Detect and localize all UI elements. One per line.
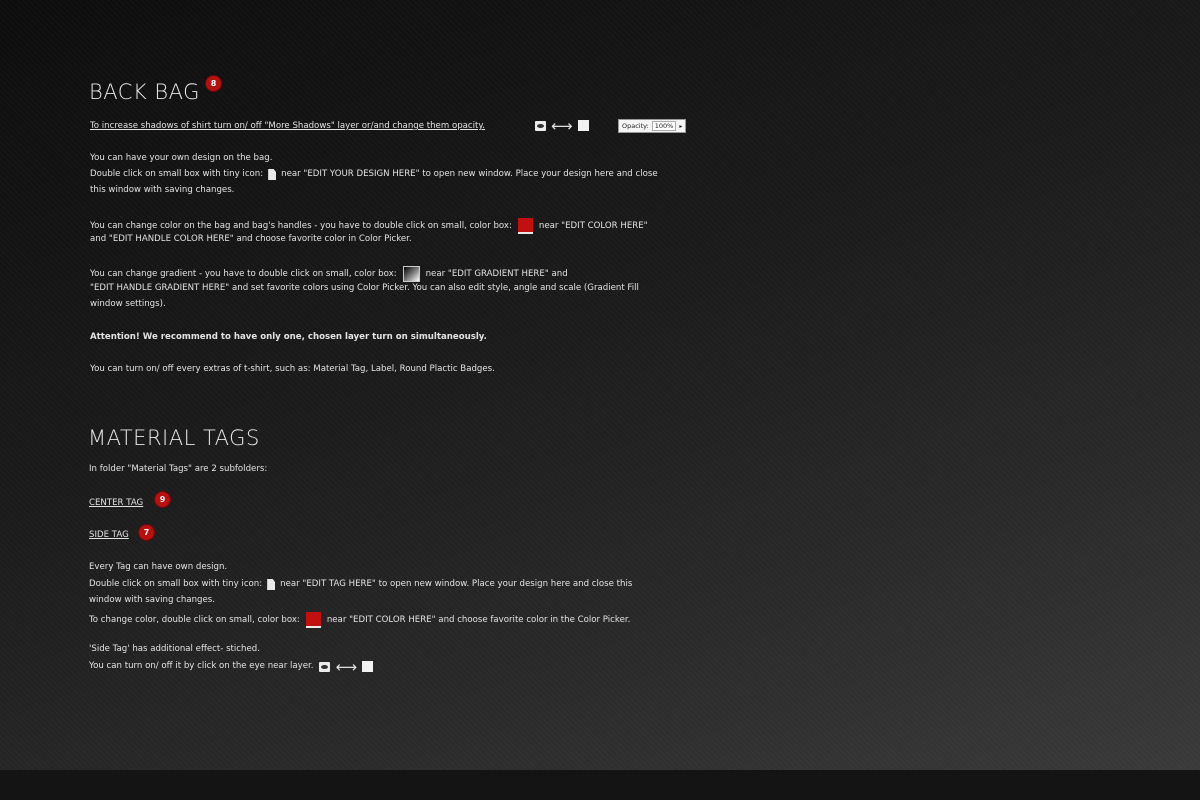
- file-icon: [268, 169, 277, 180]
- design-text-3: this window with saving changes.: [90, 185, 235, 195]
- gradient-swatch-icon: [402, 266, 420, 282]
- gradient-line-1: You can change gradient - you have to do…: [90, 266, 568, 282]
- tag-design-text-3: window with saving changes.: [89, 595, 215, 605]
- tag-design-text-2b: near "EDIT TAG HERE" to open new window.…: [280, 579, 633, 589]
- extras-text: You can turn on/ off every extras of t-s…: [90, 364, 495, 374]
- extras-line: You can turn on/ off every extras of t-s…: [90, 364, 495, 375]
- tag-color-line: To change color, double click on small, …: [89, 612, 630, 628]
- empty-box-icon[interactable]: [577, 120, 589, 131]
- design-line-3: this window with saving changes.: [90, 185, 234, 196]
- back-bag-badge: 8: [206, 76, 221, 91]
- gradient-line-2: "EDIT HANDLE GRADIENT HERE" and set favo…: [90, 283, 639, 294]
- side-tag-badge: 7: [139, 525, 154, 540]
- attention-line: Attention! We recommend to have only one…: [90, 332, 487, 343]
- stitched-line-2: You can turn on/ off it by click on the …: [89, 657, 373, 676]
- color-line-2: and "EDIT HANDLE COLOR HERE" and choose …: [90, 234, 412, 245]
- gradient-text-1b: near "EDIT GRADIENT HERE" and: [425, 268, 568, 279]
- design-text-2b: near "EDIT YOUR DESIGN HERE" to open new…: [281, 169, 658, 179]
- design-line-1: You can have your own design on the bag.: [90, 153, 272, 164]
- tag-design-line-1: Every Tag can have own design.: [89, 562, 227, 573]
- tag-color-text-a: To change color, double click on small, …: [89, 614, 300, 625]
- eye-icon[interactable]: [319, 661, 331, 672]
- file-icon: [267, 579, 276, 590]
- color-text-2: and "EDIT HANDLE COLOR HERE" and choose …: [90, 234, 412, 244]
- empty-box-icon[interactable]: [361, 661, 373, 672]
- opacity-label: Opacity:: [622, 122, 649, 130]
- design-line-2: Double click on small box with tiny icon…: [90, 169, 658, 180]
- opacity-widget[interactable]: Opacity: 100% ▸: [618, 119, 687, 133]
- opacity-value[interactable]: 100%: [651, 121, 677, 131]
- gradient-text-1a: You can change gradient - you have to do…: [90, 268, 397, 279]
- color-text-1b: near "EDIT COLOR HERE": [538, 220, 648, 231]
- opacity-dropdown-icon[interactable]: ▸: [679, 123, 682, 130]
- stitched-text-1: 'Side Tag' has additional effect- stiche…: [89, 644, 260, 654]
- gradient-line-3: window settings).: [90, 299, 166, 310]
- content: BACK BAG 8 To increase shadows of shirt …: [0, 0, 1200, 770]
- tag-design-line-2: Double click on small box with tiny icon…: [89, 579, 632, 590]
- arrow-icon: ⟷: [335, 657, 357, 676]
- eye-icon[interactable]: [535, 120, 546, 131]
- tag-design-line-3: window with saving changes.: [89, 595, 215, 606]
- shadow-tip-line: To increase shadows of shirt turn on/ of…: [90, 121, 485, 132]
- shadow-tip: To increase shadows of shirt turn on/ of…: [90, 121, 486, 131]
- attention-text: Attention! We recommend to have only one…: [90, 332, 487, 342]
- center-tag-link[interactable]: CENTER TAG: [89, 498, 143, 509]
- color-swatch-icon: [305, 612, 321, 628]
- design-text-2a: Double click on small box with tiny icon…: [90, 169, 264, 179]
- material-tags-title: MATERIAL TAGS: [88, 426, 260, 450]
- stitched-text-2: You can turn on/ off it by click on the …: [89, 661, 314, 671]
- material-intro-text: In folder "Material Tags" are 2 subfolde…: [89, 464, 268, 474]
- design-text-1: You can have your own design on the bag.: [90, 153, 273, 163]
- gradient-text-2: "EDIT HANDLE GRADIENT HERE" and set favo…: [90, 283, 639, 293]
- tag-color-text-b: near "EDIT COLOR HERE" and choose favori…: [326, 614, 631, 625]
- side-tag-link[interactable]: SIDE TAG: [89, 530, 129, 541]
- color-line-1: You can change color on the bag and bag'…: [90, 218, 648, 234]
- stitched-line-1: 'Side Tag' has additional effect- stiche…: [89, 644, 260, 655]
- tag-design-text-2a: Double click on small box with tiny icon…: [89, 579, 263, 589]
- center-tag-line: CENTER TAG: [89, 498, 143, 509]
- center-tag-badge: 9: [155, 492, 170, 507]
- side-tag-line: SIDE TAG: [89, 530, 129, 541]
- bottom-bar: [0, 770, 1200, 800]
- color-swatch-icon: [517, 218, 533, 234]
- back-bag-title: BACK BAG: [89, 80, 200, 104]
- color-text-1a: You can change color on the bag and bag'…: [90, 220, 512, 231]
- tag-design-text-1: Every Tag can have own design.: [89, 562, 228, 572]
- visibility-toggle-row: ⟷: [535, 116, 589, 135]
- arrow-icon: ⟷: [551, 116, 573, 135]
- gradient-text-3: window settings).: [90, 299, 166, 309]
- material-intro-line: In folder "Material Tags" are 2 subfolde…: [89, 464, 267, 475]
